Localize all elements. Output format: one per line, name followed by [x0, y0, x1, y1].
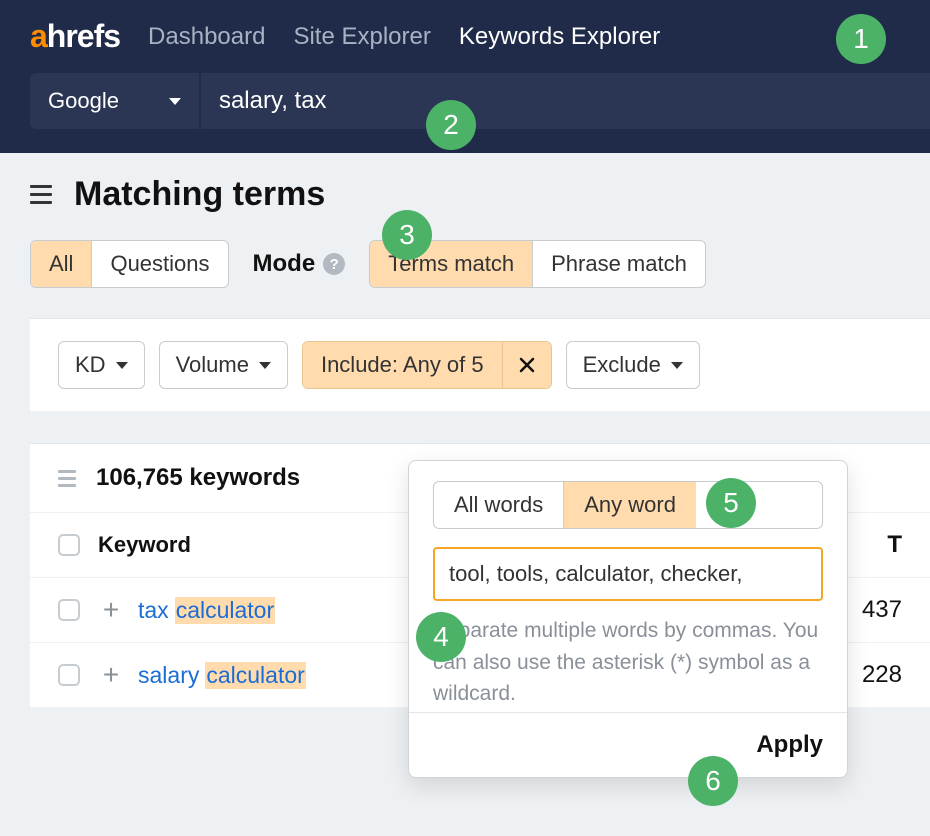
- nav-dashboard[interactable]: Dashboard: [148, 23, 265, 51]
- tab-phrase-match[interactable]: Phrase match: [533, 241, 705, 287]
- filter-volume[interactable]: Volume: [159, 341, 288, 389]
- row-checkbox[interactable]: [58, 599, 80, 621]
- keyword-search-input[interactable]: salary, tax: [201, 73, 930, 129]
- nav-site-explorer[interactable]: Site Explorer: [293, 23, 430, 51]
- help-icon[interactable]: ?: [323, 253, 345, 275]
- include-remove-button[interactable]: [502, 342, 551, 388]
- include-words-input[interactable]: [433, 547, 823, 601]
- search-engine-select[interactable]: Google: [30, 73, 199, 129]
- logo: ahrefs: [30, 18, 120, 55]
- page-title: Matching terms: [74, 175, 325, 214]
- caret-down-icon: [169, 98, 181, 105]
- caret-down-icon: [259, 362, 271, 369]
- row-value: 437: [862, 596, 902, 624]
- filter-kd[interactable]: KD: [58, 341, 145, 389]
- tab-all[interactable]: All: [31, 241, 92, 287]
- tab-any-word[interactable]: Any word: [564, 482, 696, 528]
- expand-button[interactable]: +: [98, 662, 124, 688]
- search-value: salary, tax: [219, 87, 327, 115]
- row-checkbox[interactable]: [58, 664, 80, 686]
- results-count: 106,765 keywords: [96, 464, 300, 492]
- filter-include-pill: Include: Any of 5: [302, 341, 552, 389]
- include-label[interactable]: Include: Any of 5: [303, 342, 502, 388]
- sidebar-toggle-icon[interactable]: [30, 185, 52, 204]
- annotation-badge-1: 1: [836, 14, 886, 64]
- caret-down-icon: [671, 362, 683, 369]
- keyword-link[interactable]: taxcalculator: [138, 597, 275, 624]
- annotation-badge-3: 3: [382, 210, 432, 260]
- annotation-badge-6: 6: [688, 756, 738, 806]
- type-segmented: All Questions: [30, 240, 229, 288]
- include-filter-popup: All words Any word Separate multiple wor…: [408, 460, 848, 778]
- word-mode-segmented: All words Any word: [433, 481, 823, 529]
- annotation-badge-5: 5: [706, 478, 756, 528]
- caret-down-icon: [116, 362, 128, 369]
- apply-button[interactable]: Apply: [756, 731, 823, 759]
- row-value: 228: [862, 661, 902, 689]
- keyword-link[interactable]: salarycalculator: [138, 662, 306, 689]
- nav-keywords-explorer[interactable]: Keywords Explorer: [459, 23, 660, 51]
- filter-exclude[interactable]: Exclude: [566, 341, 700, 389]
- tab-all-words[interactable]: All words: [434, 482, 564, 528]
- mode-label: Mode ?: [253, 250, 346, 278]
- tab-questions[interactable]: Questions: [92, 241, 227, 287]
- close-icon: [519, 357, 535, 373]
- annotation-badge-2: 2: [426, 100, 476, 150]
- expand-button[interactable]: +: [98, 597, 124, 623]
- drag-handle-icon[interactable]: [58, 470, 76, 487]
- column-header-right[interactable]: T: [887, 531, 902, 559]
- annotation-badge-4: 4: [416, 612, 466, 662]
- select-all-checkbox[interactable]: [58, 534, 80, 556]
- search-engine-label: Google: [48, 88, 119, 114]
- include-hint: Separate multiple words by commas. You c…: [433, 615, 823, 710]
